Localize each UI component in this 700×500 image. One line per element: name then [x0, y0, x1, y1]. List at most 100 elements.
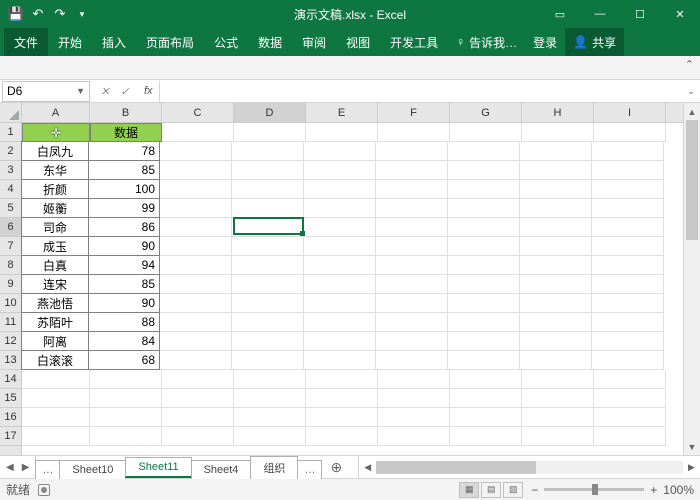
row-header[interactable]: 7	[0, 237, 21, 256]
view-normal-icon[interactable]: ▦	[459, 482, 479, 498]
cell[interactable]	[90, 427, 162, 446]
cell[interactable]	[160, 313, 232, 332]
cell[interactable]	[234, 389, 306, 408]
cell[interactable]	[592, 275, 664, 294]
zoom-out-button[interactable]: −	[531, 483, 538, 497]
tab-formulas[interactable]: 公式	[204, 28, 248, 56]
maximize-button[interactable]: ☐	[620, 0, 660, 28]
minimize-button[interactable]: —	[580, 0, 620, 28]
column-header[interactable]: D	[234, 103, 306, 122]
cell[interactable]: 84	[88, 331, 160, 351]
sheet-tab-overflow-right[interactable]: …	[297, 460, 322, 479]
row-header[interactable]: 16	[0, 408, 21, 427]
macro-record-icon[interactable]	[38, 484, 50, 496]
cell[interactable]	[162, 123, 234, 142]
cell[interactable]	[522, 408, 594, 427]
cell[interactable]	[304, 351, 376, 370]
row-header[interactable]: 5	[0, 199, 21, 218]
cell[interactable]	[376, 161, 448, 180]
cell[interactable]	[520, 180, 592, 199]
fx-icon[interactable]: fx	[138, 85, 159, 97]
cell[interactable]	[232, 332, 304, 351]
cell[interactable]	[376, 351, 448, 370]
zoom-slider-knob[interactable]	[592, 484, 598, 495]
cell[interactable]: 白凤九	[21, 141, 89, 161]
cell[interactable]	[22, 408, 90, 427]
cell[interactable]	[448, 275, 520, 294]
cell[interactable]: 85	[88, 160, 160, 180]
cell[interactable]	[22, 389, 90, 408]
cell[interactable]	[520, 313, 592, 332]
cell[interactable]	[520, 294, 592, 313]
zoom-level[interactable]: 100%	[663, 483, 694, 497]
cell[interactable]	[232, 180, 304, 199]
cell[interactable]	[520, 199, 592, 218]
cell[interactable]	[232, 142, 304, 161]
cell[interactable]: 白真	[21, 255, 89, 275]
share-button[interactable]: 👤 共享	[565, 28, 624, 56]
cell[interactable]	[448, 161, 520, 180]
cell[interactable]	[450, 123, 522, 142]
cell[interactable]	[160, 332, 232, 351]
cell[interactable]: 78	[88, 141, 160, 161]
cell[interactable]	[22, 370, 90, 389]
cell[interactable]	[160, 256, 232, 275]
cell[interactable]	[448, 237, 520, 256]
cell[interactable]: 100	[88, 179, 160, 199]
cell[interactable]	[306, 389, 378, 408]
cell[interactable]: 成玉	[21, 236, 89, 256]
view-page-break-icon[interactable]: ▧	[503, 482, 523, 498]
cell[interactable]	[304, 275, 376, 294]
column-header[interactable]: A	[22, 103, 90, 122]
cell[interactable]: 折颜	[21, 179, 89, 199]
cell[interactable]	[232, 218, 304, 237]
cell[interactable]	[448, 294, 520, 313]
cell[interactable]	[90, 370, 162, 389]
cell[interactable]	[234, 408, 306, 427]
cell[interactable]	[450, 389, 522, 408]
scroll-down-icon[interactable]: ▼	[684, 438, 700, 455]
cell[interactable]: 连宋	[21, 274, 89, 294]
cell[interactable]	[376, 142, 448, 161]
cell[interactable]	[304, 218, 376, 237]
save-icon[interactable]: 💾	[8, 6, 24, 22]
column-header[interactable]: I	[594, 103, 666, 122]
cell[interactable]	[522, 370, 594, 389]
cell[interactable]	[592, 142, 664, 161]
cell[interactable]	[450, 408, 522, 427]
cell[interactable]: 86	[88, 217, 160, 237]
cell[interactable]	[592, 218, 664, 237]
cell[interactable]	[376, 199, 448, 218]
cell[interactable]: 90	[88, 236, 160, 256]
row-header[interactable]: 17	[0, 427, 21, 446]
cell[interactable]: 东华	[21, 160, 89, 180]
cell[interactable]: 燕池悟	[21, 293, 89, 313]
cell[interactable]	[520, 237, 592, 256]
cell[interactable]	[232, 275, 304, 294]
column-header[interactable]: C	[162, 103, 234, 122]
cell[interactable]: 阿离	[21, 331, 89, 351]
cell[interactable]	[522, 427, 594, 446]
expand-formula-bar-icon[interactable]: ⌄	[682, 86, 700, 97]
sheet-prev-icon[interactable]: ◀	[6, 462, 14, 473]
cell[interactable]	[160, 218, 232, 237]
cell[interactable]	[448, 351, 520, 370]
column-header[interactable]: H	[522, 103, 594, 122]
ribbon-display-icon[interactable]: ▭	[540, 0, 580, 28]
cell[interactable]	[306, 427, 378, 446]
cell[interactable]	[450, 370, 522, 389]
cell[interactable]: 数据	[90, 123, 162, 142]
cell[interactable]	[522, 389, 594, 408]
cell[interactable]	[376, 275, 448, 294]
cell[interactable]: ✛	[22, 123, 90, 142]
cell[interactable]	[306, 123, 378, 142]
cell[interactable]	[160, 161, 232, 180]
scroll-left-icon[interactable]: ◀	[359, 462, 376, 473]
cell[interactable]	[592, 256, 664, 275]
cell[interactable]	[304, 142, 376, 161]
tell-me-search[interactable]: ♀ 告诉我…	[448, 28, 525, 56]
cell[interactable]	[594, 389, 666, 408]
cell[interactable]	[90, 389, 162, 408]
cell[interactable]	[376, 237, 448, 256]
cell[interactable]	[160, 237, 232, 256]
